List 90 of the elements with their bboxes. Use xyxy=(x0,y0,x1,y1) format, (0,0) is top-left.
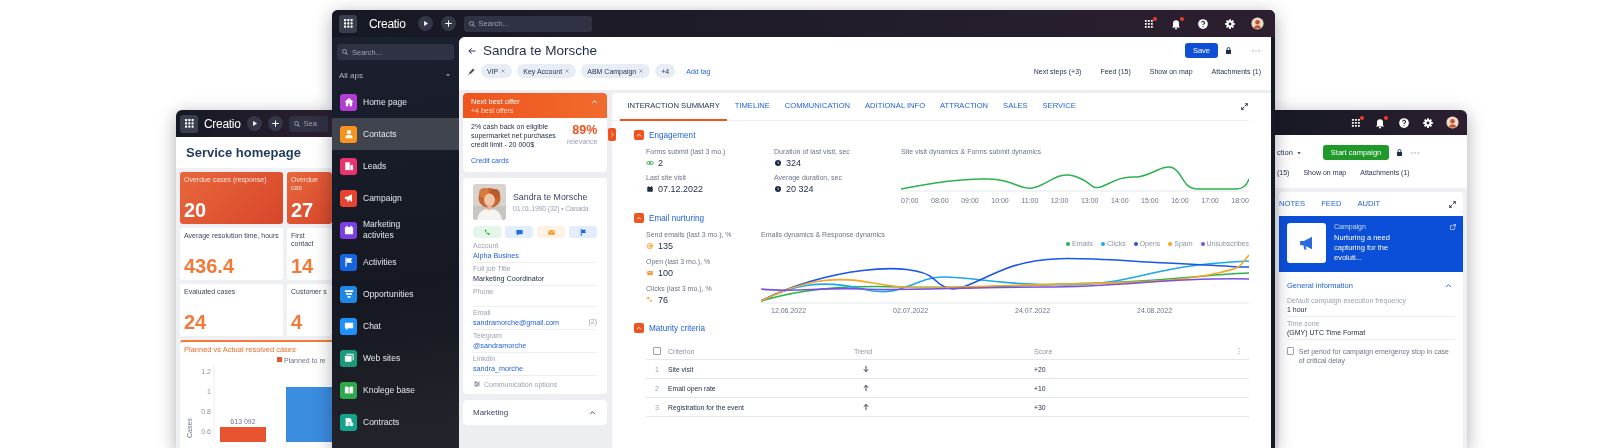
caret-icon xyxy=(635,324,643,332)
section-title: Engagement xyxy=(649,130,696,140)
metric-value: 135 xyxy=(658,241,674,251)
lock-icon[interactable] xyxy=(1224,46,1233,55)
arrow-down-icon xyxy=(862,365,870,373)
metric-value: 2 xyxy=(658,158,663,168)
nav-item[interactable]: Opportunities xyxy=(332,278,459,310)
help-icon[interactable] xyxy=(1197,17,1209,30)
metric-value: 20 324 xyxy=(786,184,814,194)
arrow-up-icon xyxy=(862,403,870,411)
apps-button[interactable] xyxy=(339,14,357,33)
external-link-icon[interactable] xyxy=(1449,223,1457,231)
plus-icon xyxy=(443,19,453,28)
legend-swatch xyxy=(277,357,282,362)
bell-icon[interactable] xyxy=(1374,116,1386,129)
settings-icon[interactable] xyxy=(1224,17,1236,30)
chat-icon xyxy=(514,227,524,237)
pen-icon xyxy=(467,66,476,76)
logo-text: Creatio xyxy=(204,116,241,131)
nav-item[interactable]: Contracts xyxy=(332,406,459,438)
clock-icon xyxy=(774,185,782,193)
contact-name: Sandra te Morsche xyxy=(513,192,589,203)
avatar-icon[interactable] xyxy=(1251,17,1264,30)
nav-item[interactable]: Activities xyxy=(332,246,459,278)
nav-item[interactable]: Knolege base xyxy=(332,374,459,406)
caret-icon xyxy=(635,131,643,139)
nav-item[interactable]: Leads xyxy=(332,150,459,182)
link-icon xyxy=(646,159,654,167)
play-button[interactable] xyxy=(246,116,262,131)
metric-value: 07.12.2022 xyxy=(658,184,704,194)
apps-icon[interactable] xyxy=(1143,17,1155,30)
chat-button[interactable] xyxy=(505,226,533,239)
checkbox[interactable] xyxy=(1287,347,1294,355)
caret-icon xyxy=(635,214,643,222)
help-icon[interactable] xyxy=(1398,116,1410,129)
avatar-icon[interactable] xyxy=(1446,116,1459,129)
clock-icon xyxy=(774,159,782,167)
record-title: Sandra te Morsche xyxy=(483,43,598,58)
relevance-score: 89% xyxy=(572,123,598,137)
add-button[interactable] xyxy=(267,116,283,131)
sliders-icon xyxy=(473,380,481,389)
tile-value: 436.4 xyxy=(184,256,236,276)
at-icon xyxy=(646,242,654,250)
bar xyxy=(286,387,332,442)
nav-item[interactable]: Home page xyxy=(332,86,459,118)
apps-icon xyxy=(341,17,355,30)
nav-item[interactable]: Contacts xyxy=(332,118,459,150)
add-button[interactable] xyxy=(440,16,456,31)
tile-value: 4 xyxy=(291,312,304,332)
back-icon[interactable] xyxy=(467,45,477,56)
bar xyxy=(220,427,266,442)
dropdown-icon[interactable] xyxy=(444,71,452,79)
metric-value: 100 xyxy=(658,268,674,278)
expand-icon[interactable] xyxy=(1448,199,1457,209)
tile-value: 20 xyxy=(184,200,208,220)
chevron-icon xyxy=(608,131,616,138)
calendar-icon xyxy=(646,185,654,193)
card-title: Marketing xyxy=(473,408,509,418)
click-icon xyxy=(646,296,654,304)
section-title: Maturity criteria xyxy=(649,323,705,333)
logo-text: Creatio xyxy=(369,16,406,31)
tile-value: 27 xyxy=(291,200,315,220)
plus-icon xyxy=(270,119,280,128)
flag-button[interactable] xyxy=(569,226,597,239)
expand-icon[interactable] xyxy=(1240,102,1249,111)
play-button[interactable] xyxy=(417,16,433,31)
arrow-up-icon xyxy=(862,384,870,392)
apps-icon xyxy=(182,117,196,130)
apps-button[interactable] xyxy=(180,114,198,133)
app-filter[interactable]: All aps xyxy=(339,70,363,80)
nav-item[interactable]: Chat xyxy=(332,310,459,342)
metric-value: 76 xyxy=(658,295,668,305)
page-title: Service homepage xyxy=(186,145,301,160)
mail-icon xyxy=(546,227,556,237)
lock-icon[interactable] xyxy=(1395,148,1405,157)
tile-value: 14 xyxy=(291,256,315,276)
tile-value: 24 xyxy=(184,312,208,332)
phone-icon xyxy=(482,227,492,237)
caret-icon[interactable] xyxy=(1444,281,1453,290)
metric-value: 324 xyxy=(786,158,802,168)
section-title: Email nurturing xyxy=(649,213,705,223)
apps-icon[interactable] xyxy=(1350,116,1362,129)
nav-item[interactable]: Campaign xyxy=(332,182,459,214)
flag-icon xyxy=(578,227,588,237)
nav-item[interactable]: Web sites xyxy=(332,342,459,374)
mail-icon xyxy=(646,269,654,277)
bell-icon[interactable] xyxy=(1170,17,1182,30)
checkbox[interactable] xyxy=(653,347,661,355)
settings-icon[interactable] xyxy=(1422,116,1434,129)
nav-item[interactable]: Marketing activites xyxy=(332,214,459,246)
